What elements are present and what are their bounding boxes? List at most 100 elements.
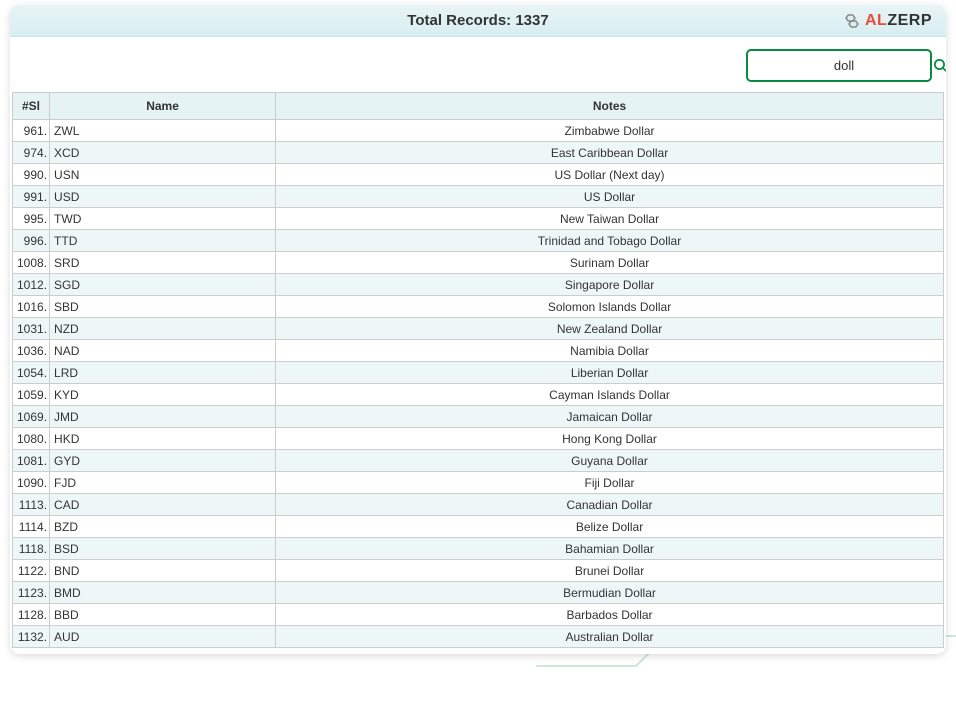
total-records-label: Total Records: 1337: [24, 12, 932, 29]
cell-sl: 1008.: [13, 252, 50, 274]
cell-name: TWD: [50, 208, 276, 230]
cell-sl: 1113.: [13, 494, 50, 516]
table-row[interactable]: 1113.CADCanadian Dollar: [13, 494, 944, 516]
logo-text: ALZERP: [865, 12, 932, 30]
cell-sl: 974.: [13, 142, 50, 164]
cell-notes: New Taiwan Dollar: [276, 208, 944, 230]
table-row[interactable]: 1080.HKDHong Kong Dollar: [13, 428, 944, 450]
cell-name: ZWL: [50, 120, 276, 142]
cell-notes: Belize Dollar: [276, 516, 944, 538]
cell-sl: 1132.: [13, 626, 50, 648]
cell-name: NZD: [50, 318, 276, 340]
table-row[interactable]: 1090.FJDFiji Dollar: [13, 472, 944, 494]
cell-sl: 1128.: [13, 604, 50, 626]
table-row[interactable]: 1118.BSDBahamian Dollar: [13, 538, 944, 560]
cell-name: BBD: [50, 604, 276, 626]
cell-name: AUD: [50, 626, 276, 648]
cell-notes: East Caribbean Dollar: [276, 142, 944, 164]
table-row[interactable]: 1081.GYDGuyana Dollar: [13, 450, 944, 472]
cell-name: KYD: [50, 384, 276, 406]
search-input[interactable]: [756, 58, 932, 73]
cell-sl: 1080.: [13, 428, 50, 450]
cell-name: BND: [50, 560, 276, 582]
cell-notes: Solomon Islands Dollar: [276, 296, 944, 318]
cell-notes: Canadian Dollar: [276, 494, 944, 516]
cell-notes: Liberian Dollar: [276, 362, 944, 384]
table-row[interactable]: 1008.SRDSurinam Dollar: [13, 252, 944, 274]
cell-notes: Australian Dollar: [276, 626, 944, 648]
cell-sl: 995.: [13, 208, 50, 230]
cell-name: USD: [50, 186, 276, 208]
cell-name: TTD: [50, 230, 276, 252]
cell-sl: 1090.: [13, 472, 50, 494]
cell-sl: 1081.: [13, 450, 50, 472]
cell-sl: 1054.: [13, 362, 50, 384]
cell-notes: Trinidad and Tobago Dollar: [276, 230, 944, 252]
cell-name: JMD: [50, 406, 276, 428]
cell-name: FJD: [50, 472, 276, 494]
cell-name: SBD: [50, 296, 276, 318]
table-row[interactable]: 1016.SBDSolomon Islands Dollar: [13, 296, 944, 318]
cell-sl: 1031.: [13, 318, 50, 340]
table-row[interactable]: 1132.AUDAustralian Dollar: [13, 626, 944, 648]
table-row[interactable]: 1069.JMDJamaican Dollar: [13, 406, 944, 428]
cell-notes: Fiji Dollar: [276, 472, 944, 494]
cell-name: CAD: [50, 494, 276, 516]
cell-sl: 1059.: [13, 384, 50, 406]
search-box[interactable]: [746, 49, 932, 82]
cell-notes: Surinam Dollar: [276, 252, 944, 274]
cell-name: SGD: [50, 274, 276, 296]
search-icon: [932, 57, 946, 74]
cell-notes: Zimbabwe Dollar: [276, 120, 944, 142]
records-table: #Sl Name Notes 961.ZWLZimbabwe Dollar974…: [12, 92, 944, 648]
table-wrapper: #Sl Name Notes 961.ZWLZimbabwe Dollar974…: [10, 92, 946, 654]
cell-notes: Jamaican Dollar: [276, 406, 944, 428]
table-row[interactable]: 1031.NZDNew Zealand Dollar: [13, 318, 944, 340]
main-panel: Total Records: 1337 ALZERP #Sl Name No: [10, 5, 946, 654]
table-row[interactable]: 1114.BZDBelize Dollar: [13, 516, 944, 538]
cell-name: SRD: [50, 252, 276, 274]
cell-notes: US Dollar (Next day): [276, 164, 944, 186]
table-row[interactable]: 1123.BMDBermudian Dollar: [13, 582, 944, 604]
table-row[interactable]: 991.USDUS Dollar: [13, 186, 944, 208]
table-row[interactable]: 974.XCDEast Caribbean Dollar: [13, 142, 944, 164]
cell-notes: Singapore Dollar: [276, 274, 944, 296]
column-header-name[interactable]: Name: [50, 93, 276, 120]
table-row[interactable]: 1012.SGDSingapore Dollar: [13, 274, 944, 296]
cell-notes: New Zealand Dollar: [276, 318, 944, 340]
table-row[interactable]: 1059.KYDCayman Islands Dollar: [13, 384, 944, 406]
table-row[interactable]: 1128.BBDBarbados Dollar: [13, 604, 944, 626]
cell-sl: 1069.: [13, 406, 50, 428]
cell-sl: 1123.: [13, 582, 50, 604]
cell-sl: 991.: [13, 186, 50, 208]
table-row[interactable]: 1054.LRDLiberian Dollar: [13, 362, 944, 384]
cell-notes: Hong Kong Dollar: [276, 428, 944, 450]
search-row: [10, 37, 946, 92]
cell-sl: 1118.: [13, 538, 50, 560]
column-header-sl[interactable]: #Sl: [13, 93, 50, 120]
table-row[interactable]: 1122.BNDBrunei Dollar: [13, 560, 944, 582]
cell-sl: 1114.: [13, 516, 50, 538]
cell-name: LRD: [50, 362, 276, 384]
brand-logo: ALZERP: [843, 12, 932, 30]
hexagon-link-icon: [843, 12, 861, 30]
column-header-notes[interactable]: Notes: [276, 93, 944, 120]
table-row[interactable]: 961.ZWLZimbabwe Dollar: [13, 120, 944, 142]
header-bar: Total Records: 1337 ALZERP: [10, 5, 946, 37]
cell-name: BSD: [50, 538, 276, 560]
table-row[interactable]: 1036.NADNamibia Dollar: [13, 340, 944, 362]
cell-sl: 961.: [13, 120, 50, 142]
table-body: 961.ZWLZimbabwe Dollar974.XCDEast Caribb…: [13, 120, 944, 648]
cell-name: HKD: [50, 428, 276, 450]
cell-sl: 1122.: [13, 560, 50, 582]
cell-name: BMD: [50, 582, 276, 604]
cell-notes: Bahamian Dollar: [276, 538, 944, 560]
cell-sl: 996.: [13, 230, 50, 252]
cell-notes: Guyana Dollar: [276, 450, 944, 472]
cell-notes: Bermudian Dollar: [276, 582, 944, 604]
table-row[interactable]: 996.TTDTrinidad and Tobago Dollar: [13, 230, 944, 252]
table-row[interactable]: 990.USNUS Dollar (Next day): [13, 164, 944, 186]
table-row[interactable]: 995.TWDNew Taiwan Dollar: [13, 208, 944, 230]
cell-notes: Barbados Dollar: [276, 604, 944, 626]
cell-notes: Namibia Dollar: [276, 340, 944, 362]
